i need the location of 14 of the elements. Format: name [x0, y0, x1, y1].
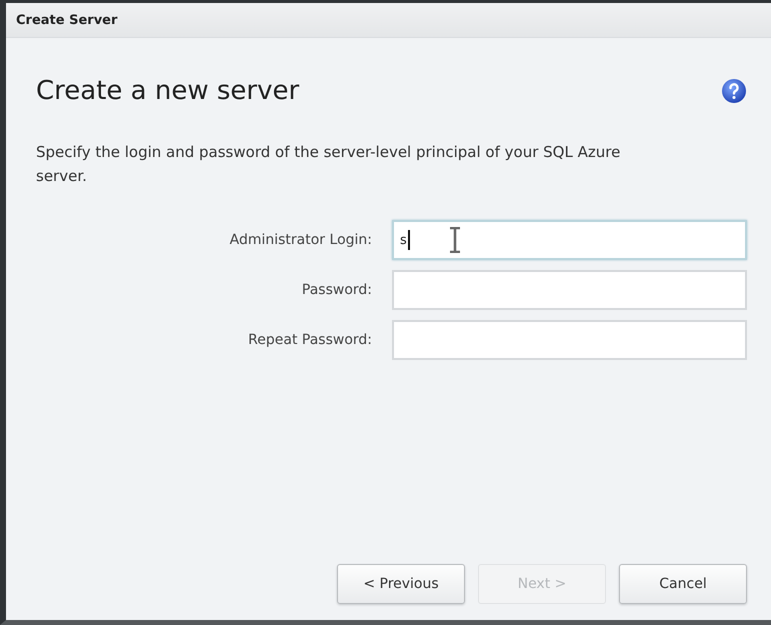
field-label: Repeat Password:	[247, 332, 372, 348]
window-title: Create Server	[16, 12, 118, 28]
text-caret	[408, 230, 410, 250]
help-icon[interactable]	[721, 78, 747, 104]
dialog-button[interactable]: Cancel	[619, 564, 747, 604]
description: Specify the login and password of the server-level principal of your SQL Azure server.	[36, 142, 622, 187]
heading: Create a new server	[36, 76, 300, 106]
field-label: Password:	[300, 282, 372, 298]
input-field[interactable]	[392, 270, 747, 310]
text-cursor-icon	[449, 227, 461, 253]
dialog-button[interactable]: < Previous	[337, 564, 465, 604]
input-field[interactable]	[392, 320, 747, 360]
field-label: Administrator Login:	[228, 232, 372, 248]
input-field[interactable]: s	[392, 220, 747, 260]
